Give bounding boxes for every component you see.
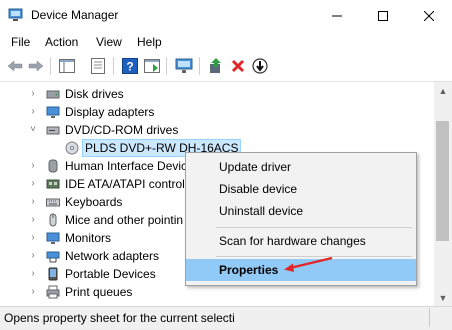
- tree-node-label: Portable Devices: [65, 267, 156, 281]
- tree-node-label: IDE ATA/ATAPI control: [65, 177, 185, 191]
- annotation-arrow-icon: [284, 256, 333, 272]
- tree-node-disk-drives[interactable]: › Disk drives: [0, 85, 434, 103]
- tree-node-label: Print queues: [65, 285, 133, 299]
- update-driver-icon[interactable]: [207, 57, 225, 75]
- tree-node-label: Network adapters: [65, 249, 160, 263]
- toolbar-separator: [199, 57, 200, 75]
- ctx-item-label: Scan for hardware changes: [219, 234, 366, 248]
- ctx-update-driver[interactable]: Update driver: [186, 156, 416, 178]
- expand-chevron-icon[interactable]: ›: [28, 88, 38, 100]
- disk-drive-icon: [46, 87, 60, 101]
- tree-node-dvd-cdrom-drives[interactable]: ˅ DVD/CD-ROM drives: [0, 121, 434, 139]
- dvd-drive-icon: [46, 123, 60, 137]
- display-adapter-icon: [46, 105, 60, 119]
- tree-node-label: Human Interface Devic: [65, 159, 188, 173]
- device-manager-app-icon: [8, 8, 23, 22]
- tree-node-label: Monitors: [65, 231, 112, 245]
- expand-chevron-icon[interactable]: ›: [28, 268, 38, 280]
- help-icon[interactable]: ?: [121, 57, 139, 75]
- optical-disc-icon: [65, 141, 79, 155]
- toolbar-separator: [50, 57, 51, 75]
- menu-file[interactable]: File: [11, 35, 30, 49]
- ctx-item-label: Uninstall device: [219, 204, 304, 218]
- close-button[interactable]: [406, 0, 452, 31]
- ctx-uninstall-device[interactable]: Uninstall device: [186, 200, 416, 222]
- status-text: Opens property sheet for the current sel…: [4, 311, 235, 325]
- back-icon[interactable]: [6, 57, 24, 75]
- minimize-icon: [332, 15, 342, 16]
- properties-sheet-icon[interactable]: [89, 57, 107, 75]
- tree-node-label: Mice and other pointin: [65, 213, 184, 227]
- ide-controller-icon: [46, 177, 60, 191]
- maximize-button[interactable]: [360, 0, 406, 31]
- menu-help[interactable]: Help: [137, 35, 162, 49]
- printer-icon: [46, 285, 60, 299]
- network-adapter-icon: [46, 249, 60, 263]
- ctx-item-label: Disable device: [219, 182, 298, 196]
- tree-node-label: Keyboards: [65, 195, 123, 209]
- svg-text:?: ?: [126, 60, 133, 74]
- hid-icon: [46, 159, 60, 173]
- expand-chevron-icon[interactable]: ›: [28, 214, 38, 226]
- expand-chevron-icon[interactable]: ›: [28, 232, 38, 244]
- scan-hardware-icon[interactable]: [175, 57, 193, 75]
- menu-view[interactable]: View: [96, 35, 122, 49]
- keyboard-icon: [46, 195, 60, 209]
- show-hide-console-tree-icon[interactable]: [58, 57, 76, 75]
- ctx-item-label: Update driver: [219, 160, 292, 174]
- disable-device-icon[interactable]: [251, 57, 269, 75]
- monitor-icon: [46, 231, 60, 245]
- tree-node-label: Display adapters: [65, 105, 155, 119]
- window-title: Device Manager: [31, 8, 119, 22]
- mouse-icon: [46, 213, 60, 227]
- status-divider: [429, 308, 430, 327]
- expand-chevron-icon[interactable]: ›: [28, 160, 38, 172]
- expand-chevron-icon[interactable]: ›: [28, 286, 38, 298]
- ctx-disable-device[interactable]: Disable device: [186, 178, 416, 200]
- expand-chevron-icon[interactable]: ›: [28, 196, 38, 208]
- maximize-icon: [378, 10, 388, 21]
- scrollbar-thumb[interactable]: [436, 121, 449, 241]
- tree-node-label: Disk drives: [65, 87, 124, 101]
- minimize-button[interactable]: [314, 0, 360, 31]
- scroll-down-arrow-icon[interactable]: ▼: [434, 289, 452, 306]
- tree-node-label: DVD/CD-ROM drives: [65, 123, 179, 137]
- expand-chevron-icon[interactable]: ›: [28, 178, 38, 190]
- uninstall-device-icon[interactable]: [229, 57, 247, 75]
- forward-icon[interactable]: [27, 57, 45, 75]
- ctx-scan-hardware-changes[interactable]: Scan for hardware changes: [186, 230, 416, 252]
- ctx-item-label: Properties: [219, 263, 279, 277]
- collapse-chevron-icon[interactable]: ˅: [28, 124, 38, 136]
- expand-chevron-icon[interactable]: ›: [28, 106, 38, 118]
- action-pane-icon[interactable]: [143, 57, 161, 75]
- toolbar-separator: [166, 57, 167, 75]
- tree-node-display-adapters[interactable]: › Display adapters: [0, 103, 434, 121]
- portable-device-icon: [46, 267, 60, 281]
- toolbar-separator: [113, 57, 114, 75]
- menu-action[interactable]: Action: [45, 35, 78, 49]
- ctx-separator: [216, 227, 412, 228]
- close-icon: [424, 10, 434, 21]
- expand-chevron-icon[interactable]: ›: [28, 250, 38, 262]
- scroll-up-arrow-icon[interactable]: ▲: [434, 82, 452, 99]
